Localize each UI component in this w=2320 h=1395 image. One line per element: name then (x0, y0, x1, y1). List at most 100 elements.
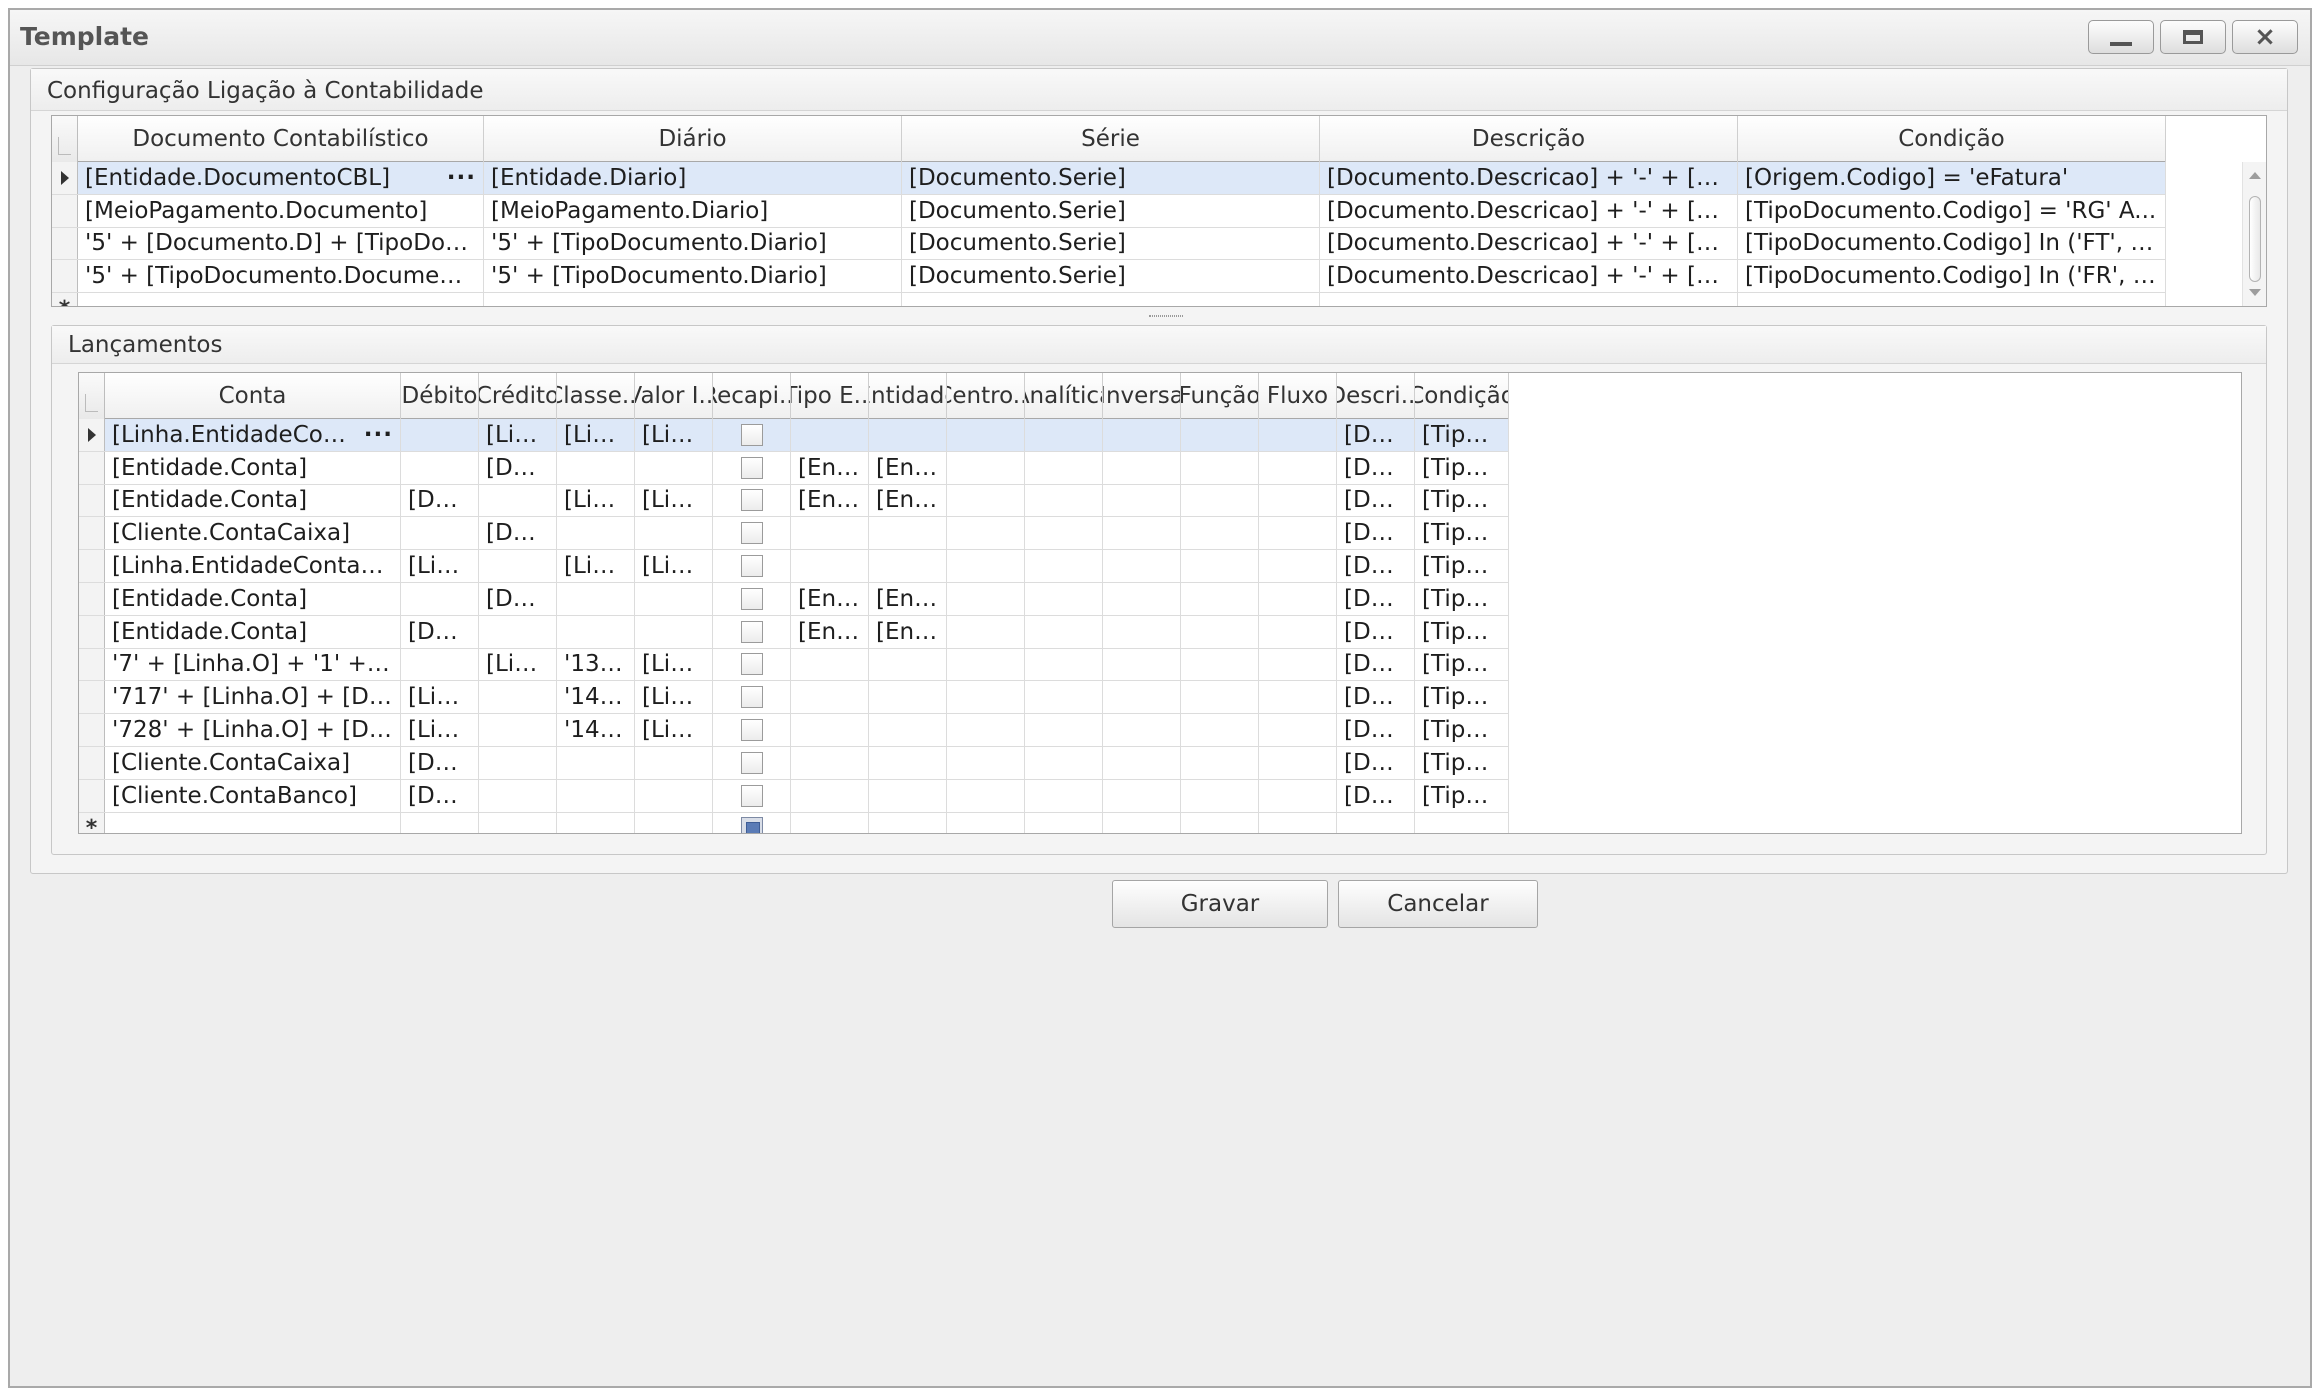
table-cell[interactable] (869, 550, 947, 582)
new-row[interactable]: * (79, 812, 1509, 833)
table-cell[interactable] (713, 681, 791, 714)
column-header[interactable]: Conta (105, 373, 401, 419)
table-cell[interactable]: [TipoDoc... (1415, 615, 1509, 648)
table-cell[interactable] (1103, 550, 1181, 582)
table-row[interactable]: [Linha.EntidadeContaGasto] [Linha.... [Lin… (79, 550, 1509, 583)
table-cell[interactable] (1181, 419, 1259, 451)
table-cell[interactable] (557, 517, 635, 550)
row-indicator[interactable] (79, 714, 105, 746)
table-cell[interactable]: [Docu... (1337, 451, 1415, 484)
table-cell[interactable] (947, 681, 1025, 714)
table-cell[interactable]: [Linha.... (635, 550, 713, 582)
table-cell[interactable]: [Docu... (401, 615, 479, 648)
row-indicator[interactable]: * (79, 812, 105, 833)
row-indicator[interactable] (52, 227, 78, 260)
table-cell[interactable] (947, 779, 1025, 812)
table-cell[interactable] (1181, 550, 1259, 582)
cancel-button[interactable]: Cancelar (1338, 880, 1538, 928)
table-cell[interactable]: [Linha.EntidadeContaGasto]··· (105, 419, 401, 451)
table-cell[interactable]: [Linha.... (557, 419, 635, 451)
column-header[interactable]: Documento Contabilístico (78, 116, 484, 162)
config-grid-scrollbar[interactable] (2242, 162, 2266, 306)
table-row[interactable]: [Entidade.DocumentoCBL] ··· [Entidade.Diar… (52, 162, 2166, 195)
table-cell[interactable] (401, 648, 479, 681)
table-cell[interactable] (713, 812, 791, 833)
table-cell[interactable] (1259, 419, 1337, 451)
table-cell[interactable] (791, 747, 869, 779)
table-cell[interactable]: [Linha.... (635, 484, 713, 517)
table-cell[interactable]: [Linha.... (401, 550, 479, 582)
table-cell[interactable] (1259, 812, 1337, 833)
column-header[interactable]: Valor I... (635, 373, 713, 419)
table-cell[interactable]: '141' +... (557, 714, 635, 746)
table-cell[interactable] (713, 615, 791, 648)
table-cell[interactable]: [Linha.... (635, 419, 713, 451)
table-cell[interactable]: [Entidade.DocumentoCBL] ··· (78, 162, 484, 194)
table-cell[interactable]: [Entidade.Conta] (105, 583, 401, 615)
config-grid[interactable]: Documento Contabilístico Diário Série Descr… (51, 115, 2267, 307)
table-cell[interactable] (713, 779, 791, 812)
table-cell[interactable] (557, 615, 635, 648)
table-cell[interactable]: [Documento.Serie] (902, 194, 1320, 227)
table-cell[interactable]: [Docu... (1337, 615, 1415, 648)
table-cell[interactable] (713, 419, 791, 451)
table-cell[interactable]: [Docu... (479, 583, 557, 615)
table-cell[interactable] (1259, 648, 1337, 681)
table-cell[interactable] (105, 812, 401, 833)
table-cell[interactable] (1259, 550, 1337, 582)
table-row[interactable]: '5' + [Documento.D] + [TipoDocu... '5' + … (52, 227, 2166, 261)
column-header[interactable]: Condição (1415, 373, 1509, 419)
table-row[interactable]: '728' + [Linha.O] + [Documento.D] [Linha.… (79, 714, 1509, 747)
table-cell[interactable] (713, 714, 791, 746)
column-header[interactable]: Descrição (1320, 116, 1738, 162)
table-cell[interactable]: [Linha.... (401, 714, 479, 746)
table-row[interactable]: '717' + [Linha.O] + [Documento.D] [Linha.… (79, 681, 1509, 715)
new-row[interactable]: * (52, 293, 2166, 306)
table-cell[interactable]: [TipoDocumento.Codigo] In ('FR', '... (1738, 260, 2166, 293)
table-cell[interactable]: [Linha.... (479, 648, 557, 681)
table-cell[interactable]: [Entid... (791, 484, 869, 517)
table-cell[interactable] (1181, 517, 1259, 550)
table-cell[interactable] (1320, 293, 1738, 306)
table-cell[interactable] (1025, 451, 1103, 484)
column-header[interactable]: Débito (401, 373, 479, 419)
table-cell[interactable]: [Documento.Descricao] + '-' + [D... (1320, 194, 1738, 227)
table-cell[interactable] (479, 681, 557, 714)
table-cell[interactable] (1025, 615, 1103, 648)
minimize-button[interactable] (2088, 20, 2154, 54)
row-indicator[interactable] (79, 517, 105, 550)
table-cell[interactable] (791, 648, 869, 681)
table-cell[interactable] (1337, 812, 1415, 833)
table-cell[interactable]: [Linha.... (479, 419, 557, 451)
table-cell[interactable] (557, 779, 635, 812)
table-cell[interactable] (635, 812, 713, 833)
table-cell[interactable] (1103, 812, 1181, 833)
table-cell[interactable] (1415, 812, 1509, 833)
table-cell[interactable] (947, 484, 1025, 517)
table-cell[interactable]: [TipoDoc... (1415, 714, 1509, 746)
ellipsis-button-icon[interactable]: ··· (364, 422, 393, 448)
row-indicator[interactable] (52, 194, 78, 227)
table-cell[interactable]: [Linha.... (557, 550, 635, 582)
table-cell[interactable]: [Docu... (1337, 681, 1415, 714)
table-cell[interactable]: [Entid... (791, 583, 869, 615)
table-cell[interactable]: [Docu... (1337, 583, 1415, 615)
row-indicator[interactable] (79, 484, 105, 517)
checkbox[interactable] (740, 489, 763, 512)
table-cell[interactable]: [TipoDoc... (1415, 779, 1509, 812)
row-indicator[interactable] (79, 747, 105, 779)
table-cell[interactable] (1025, 779, 1103, 812)
table-cell[interactable] (479, 747, 557, 779)
checkbox[interactable] (740, 653, 763, 676)
table-cell[interactable] (1025, 550, 1103, 582)
row-indicator[interactable] (79, 583, 105, 615)
table-cell[interactable] (1025, 517, 1103, 550)
table-cell[interactable]: [TipoDoc... (1415, 550, 1509, 582)
table-cell[interactable] (479, 550, 557, 582)
checkbox[interactable] (740, 751, 763, 774)
table-cell[interactable] (1259, 517, 1337, 550)
table-cell[interactable]: [Docu... (401, 779, 479, 812)
table-cell[interactable]: [TipoDoc... (1415, 583, 1509, 615)
table-cell[interactable] (1103, 419, 1181, 451)
scroll-thumb[interactable] (2249, 196, 2261, 282)
